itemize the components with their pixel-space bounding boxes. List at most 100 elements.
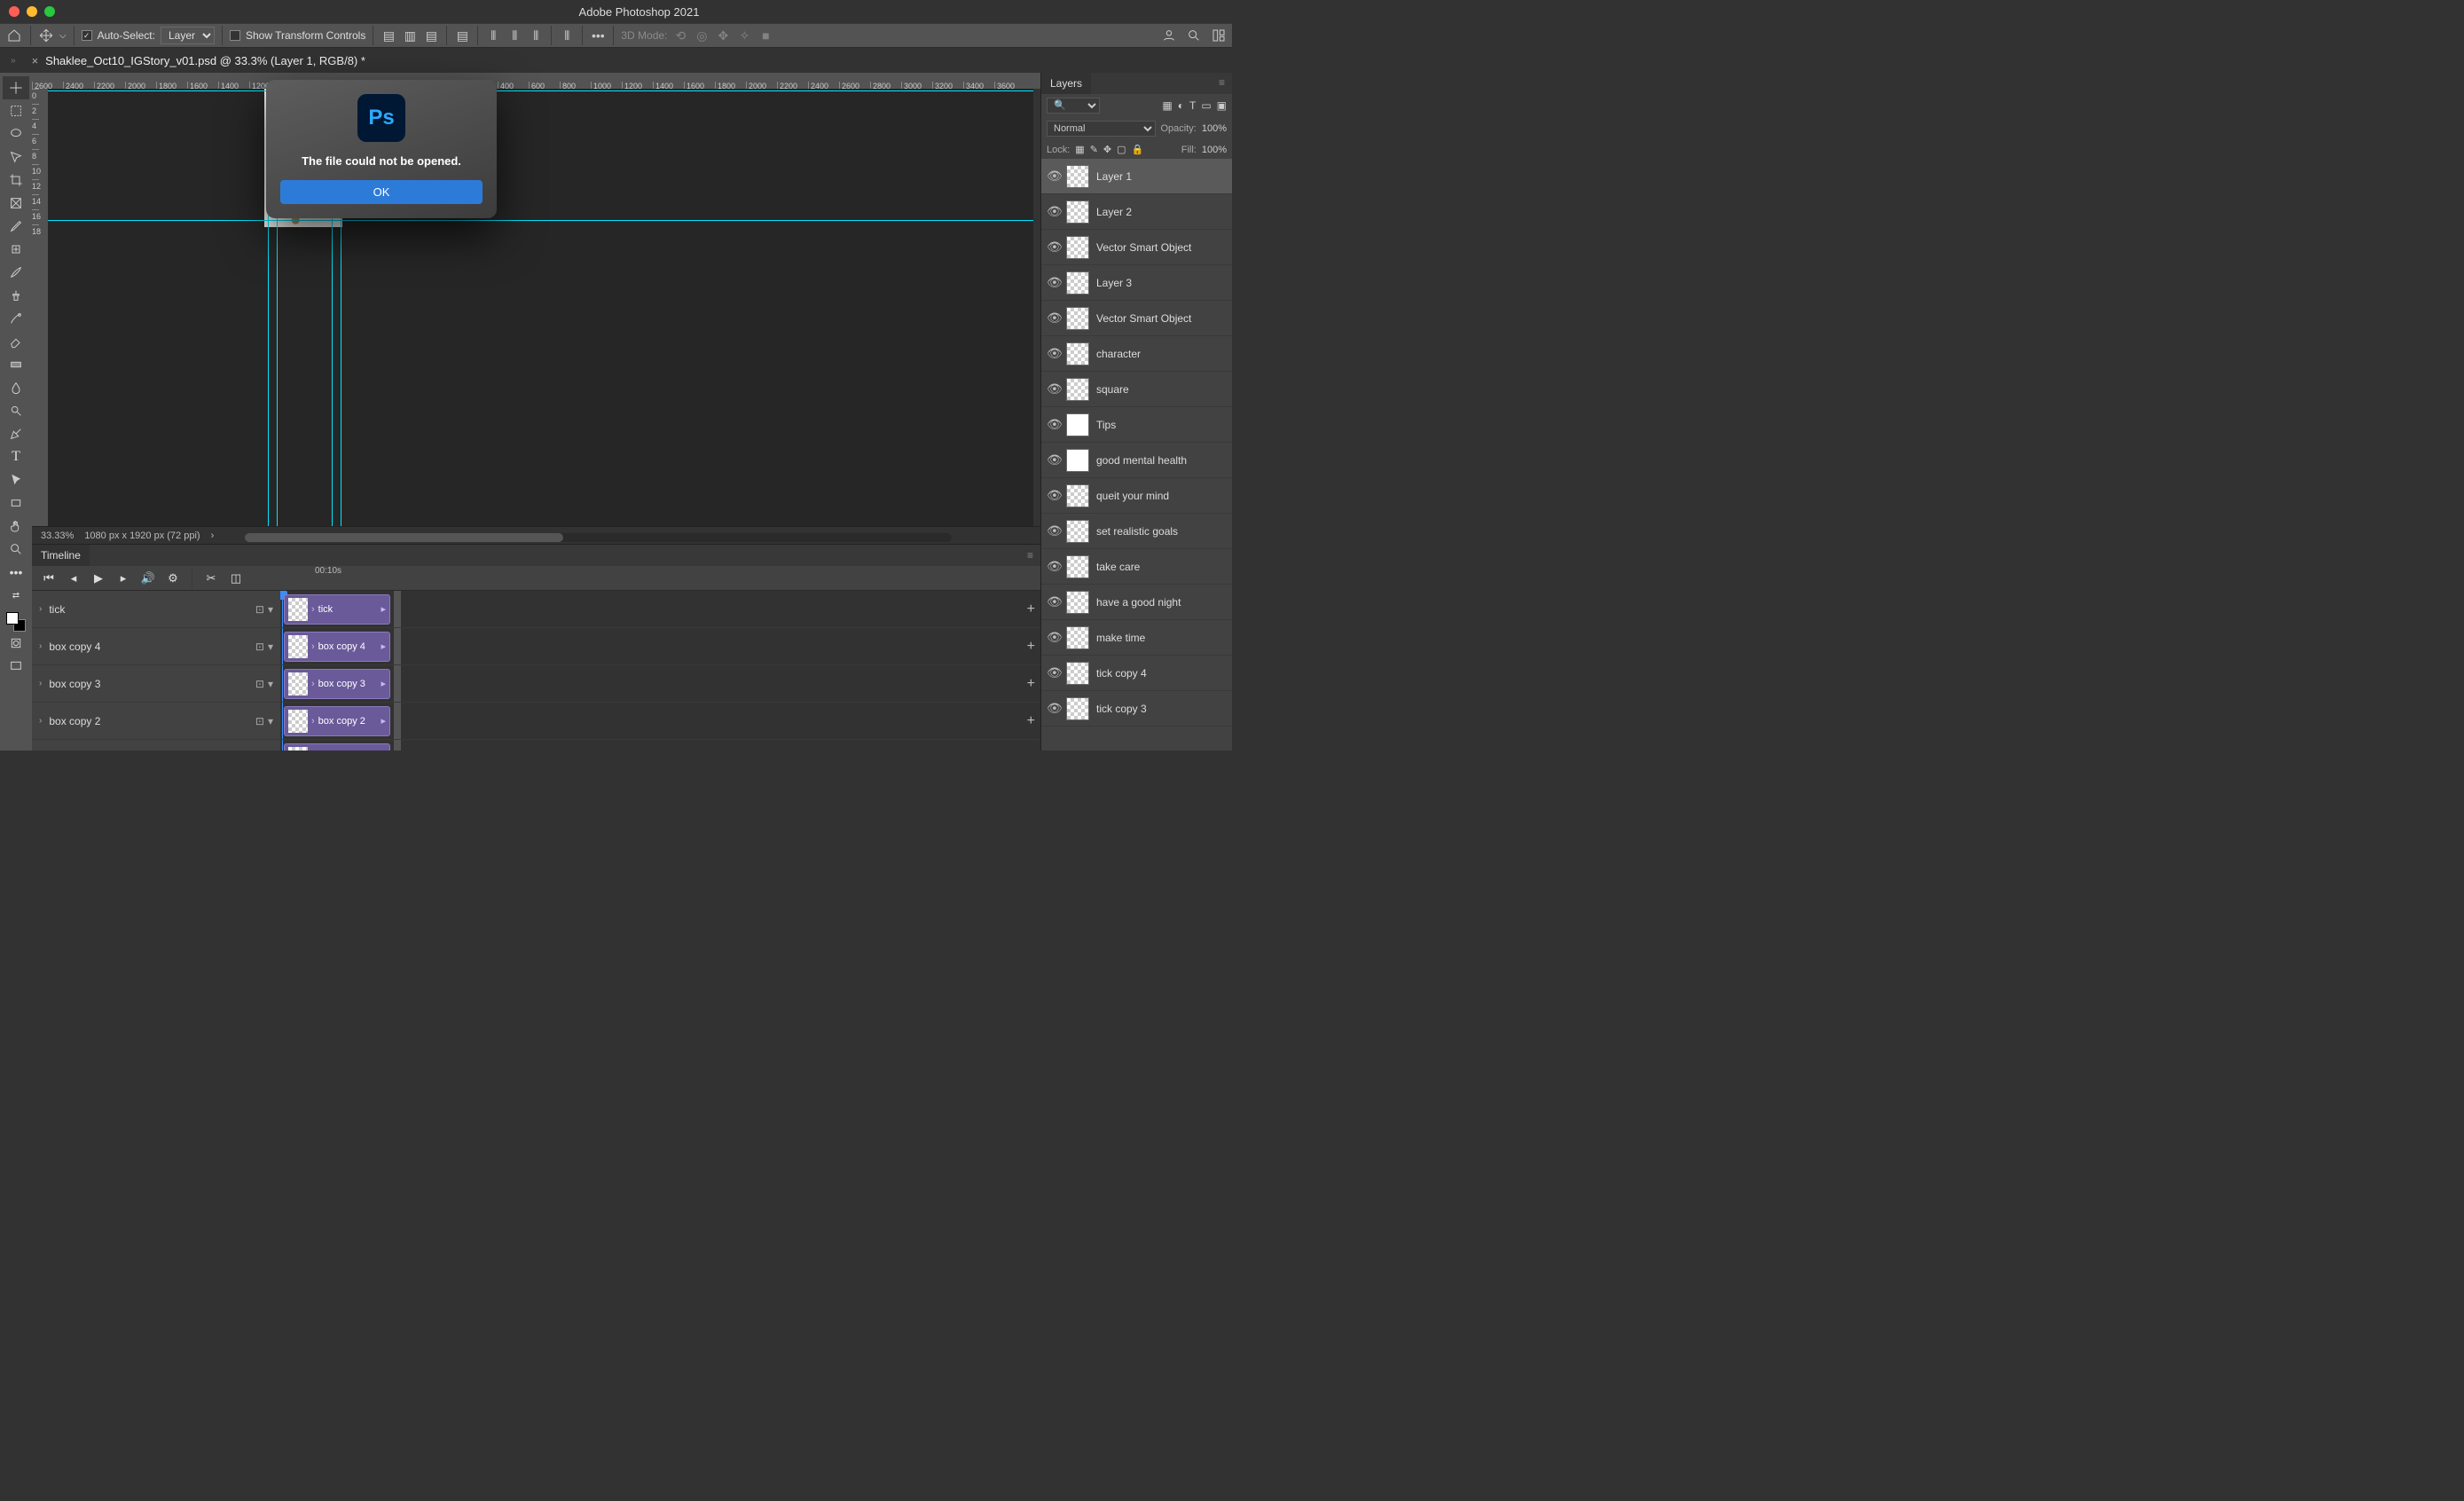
layer-name[interactable]: take care (1096, 561, 1140, 573)
layer-row[interactable]: 👁Layer 1 (1041, 159, 1232, 194)
track-type-icon[interactable]: ⊡ (255, 603, 264, 616)
history-brush-tool[interactable] (3, 307, 29, 330)
move-tool-icon[interactable] (38, 28, 54, 43)
layer-row[interactable]: 👁Layer 2 (1041, 194, 1232, 230)
lock-all-icon[interactable]: 🔒 (1132, 144, 1144, 155)
next-frame-icon[interactable]: ▸ (115, 570, 131, 586)
frame-tool[interactable] (3, 192, 29, 215)
timeline-clip[interactable]: ›box copy▸ (284, 743, 390, 751)
layer-row[interactable]: 👁Layer 3 (1041, 265, 1232, 301)
tab-handle-icon[interactable]: » (11, 56, 16, 66)
chevron-down-icon[interactable]: ▾ (268, 678, 273, 690)
clip-transition-icon[interactable]: ▸ (381, 715, 386, 727)
layer-row[interactable]: 👁set realistic goals (1041, 514, 1232, 549)
show-transform-checkbox[interactable] (230, 30, 240, 41)
screen-mode-icon[interactable] (3, 655, 29, 678)
more-options-icon[interactable]: ••• (590, 28, 606, 43)
track-type-icon[interactable]: ⊡ (255, 678, 264, 690)
close-window-icon[interactable] (9, 6, 20, 17)
lasso-tool[interactable] (3, 122, 29, 145)
audio-mute-icon[interactable]: 🔊 (140, 570, 156, 586)
hand-tool[interactable] (3, 515, 29, 538)
canvas-hscroll[interactable] (245, 533, 952, 542)
layer-row[interactable]: 👁good mental health (1041, 443, 1232, 478)
timeline-clip[interactable]: ›box copy 2▸ (284, 706, 390, 736)
visibility-icon[interactable]: 👁 (1047, 701, 1059, 716)
align-top-icon[interactable]: ▤ (454, 28, 470, 43)
timeline-tab[interactable]: Timeline (32, 545, 90, 566)
rectangle-tool[interactable] (3, 491, 29, 515)
layer-name[interactable]: Vector Smart Object (1096, 241, 1191, 254)
timeline-track-row[interactable]: ›box copy 2⊡▾ (32, 703, 280, 740)
eyedropper-tool[interactable] (3, 215, 29, 238)
layer-thumbnail[interactable] (1066, 555, 1089, 578)
panel-menu-icon[interactable]: ≡ (1020, 549, 1040, 562)
add-media-icon[interactable]: + (1027, 639, 1035, 655)
timeline-clip[interactable]: ›box copy 3▸ (284, 669, 390, 699)
chevron-right-icon[interactable]: › (311, 716, 315, 727)
add-media-icon[interactable]: + (1027, 601, 1035, 617)
visibility-icon[interactable]: 👁 (1047, 594, 1059, 609)
timeline-track[interactable]: ›box copy 3▸ + (280, 665, 1040, 703)
quick-select-tool[interactable] (3, 145, 29, 169)
layer-name[interactable]: Tips (1096, 419, 1116, 431)
layer-thumbnail[interactable] (1066, 271, 1089, 295)
lock-pixels-icon[interactable]: ✎ (1090, 144, 1098, 155)
chevron-right-icon[interactable]: › (39, 716, 42, 726)
layer-name[interactable]: square (1096, 383, 1129, 396)
edit-toolbar-icon[interactable]: ••• (3, 561, 29, 584)
add-media-icon[interactable]: + (1027, 713, 1035, 729)
layer-row[interactable]: 👁have a good night (1041, 585, 1232, 620)
chevron-right-icon[interactable]: › (39, 679, 42, 688)
search-icon[interactable] (1186, 28, 1202, 43)
chevron-right-icon[interactable]: › (311, 679, 315, 689)
layer-thumbnail[interactable] (1066, 591, 1089, 614)
auto-select-target[interactable]: Layer (161, 27, 215, 44)
move-tool[interactable] (3, 76, 29, 99)
type-tool[interactable]: T (3, 445, 29, 468)
pen-tool[interactable] (3, 422, 29, 445)
visibility-icon[interactable]: 👁 (1047, 310, 1059, 326)
align-center-h-icon[interactable]: ▥ (402, 28, 418, 43)
panel-menu-icon[interactable]: ≡ (1212, 73, 1232, 94)
visibility-icon[interactable]: 👁 (1047, 559, 1059, 574)
timeline-clip[interactable]: ›box copy 4▸ (284, 632, 390, 662)
add-media-icon[interactable]: + (1027, 750, 1035, 751)
chevron-down-icon[interactable]: ▾ (268, 715, 273, 727)
zoom-tool[interactable] (3, 538, 29, 561)
distribute-center-icon[interactable]: ⦀ (506, 28, 522, 43)
lock-position-icon[interactable]: ✥ (1103, 144, 1111, 155)
filter-type-icon[interactable]: T (1189, 99, 1196, 112)
guide[interactable] (48, 220, 1033, 221)
timeline-track-row[interactable]: ›box copy 4⊡▾ (32, 628, 280, 665)
layer-name[interactable]: tick copy 3 (1096, 703, 1147, 715)
layers-tab[interactable]: Layers (1041, 73, 1091, 94)
visibility-icon[interactable]: 👁 (1047, 665, 1059, 680)
clip-transition-icon[interactable]: ▸ (381, 603, 386, 615)
path-select-tool[interactable] (3, 468, 29, 491)
filter-adjust-icon[interactable]: ◐ (1178, 99, 1184, 112)
chevron-down-icon[interactable]: ▾ (268, 603, 273, 616)
workspace-icon[interactable] (1211, 28, 1227, 43)
gradient-tool[interactable] (3, 353, 29, 376)
timeline-clip[interactable]: ›tick▸ (284, 594, 390, 625)
layer-thumbnail[interactable] (1066, 165, 1089, 188)
layer-thumbnail[interactable] (1066, 342, 1089, 365)
swap-colors-icon[interactable]: ⇄ (3, 584, 29, 607)
layer-thumbnail[interactable] (1066, 449, 1089, 472)
visibility-icon[interactable]: 👁 (1047, 169, 1059, 184)
layer-row[interactable]: 👁tick copy 4 (1041, 656, 1232, 691)
align-left-icon[interactable]: ▤ (381, 28, 396, 43)
transition-icon[interactable]: ◫ (228, 570, 244, 586)
layer-filter-kind[interactable]: 🔍 (1047, 98, 1100, 114)
fill-value[interactable]: 100% (1202, 145, 1227, 155)
add-media-icon[interactable]: + (1027, 676, 1035, 692)
ok-button[interactable]: OK (280, 180, 483, 204)
chevron-down-icon[interactable]: ▾ (268, 640, 273, 653)
layer-thumbnail[interactable] (1066, 697, 1089, 720)
layer-thumbnail[interactable] (1066, 200, 1089, 224)
crop-tool[interactable] (3, 169, 29, 192)
layer-name[interactable]: Vector Smart Object (1096, 312, 1191, 325)
layer-thumbnail[interactable] (1066, 520, 1089, 543)
distribute-spacing-icon[interactable]: ⦀ (559, 28, 575, 43)
